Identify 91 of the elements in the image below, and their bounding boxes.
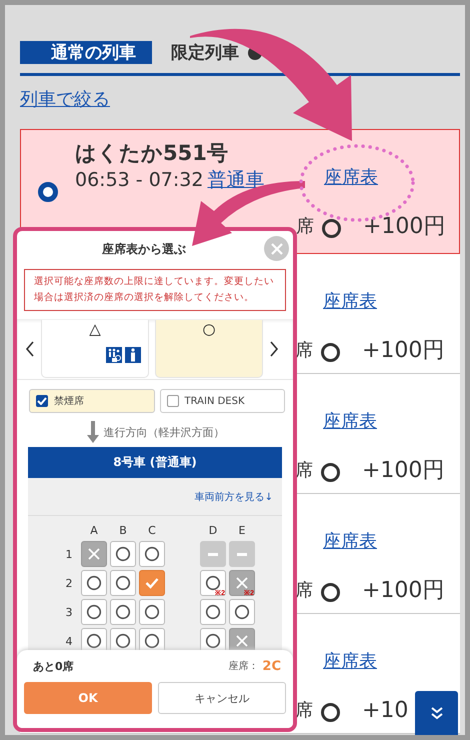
column-label: E — [238, 524, 246, 538]
seat-button[interactable] — [81, 599, 107, 625]
direction-label: 進行方向（軽井沢方面） — [104, 424, 224, 440]
double-chevron-icon — [430, 706, 444, 720]
seat-button[interactable] — [139, 541, 165, 567]
dash-icon — [237, 552, 247, 556]
seat-button[interactable] — [139, 599, 165, 625]
check-icon — [37, 397, 47, 405]
seat-button[interactable] — [229, 599, 255, 625]
filter-label: 禁煙席 — [54, 394, 84, 408]
car-section[interactable]: △ — [41, 320, 149, 378]
dash-icon — [208, 552, 218, 556]
selected-seat: 2C — [262, 658, 281, 674]
front-view-link[interactable]: 車両前方を見る↓ — [194, 490, 273, 504]
train-time: 06:53 - 07:32 — [75, 168, 204, 193]
circle-icon — [115, 604, 131, 620]
seat-button[interactable] — [110, 541, 136, 567]
seat-button[interactable] — [81, 570, 107, 596]
seat-label: 席 — [295, 699, 313, 722]
chevron-right-icon — [269, 341, 279, 357]
circle-icon — [205, 604, 221, 620]
circle-icon — [144, 633, 160, 649]
down-arrow-icon — [86, 421, 100, 443]
remaining-count: あと0席 — [33, 658, 74, 674]
filter-option[interactable]: 禁煙席 — [29, 389, 154, 413]
seat-label: 席 — [296, 215, 314, 238]
train-name: はくたか551号 — [75, 140, 229, 167]
column-label: C — [147, 524, 157, 538]
circle-icon — [144, 604, 160, 620]
seat-label: 席 — [295, 339, 313, 362]
price: +100円 — [362, 457, 444, 485]
circle-icon — [234, 604, 250, 620]
cross-icon — [234, 633, 250, 649]
availability-icon — [322, 218, 341, 238]
circle-icon — [86, 633, 102, 649]
car-section[interactable]: ○ — [155, 320, 263, 378]
column-label: A — [89, 524, 99, 538]
seat-map-link[interactable]: 座席表 — [323, 530, 377, 554]
cross-icon — [234, 575, 250, 591]
seat-button[interactable] — [110, 570, 136, 596]
availability-icon — [321, 342, 340, 362]
scroll-down-button[interactable] — [415, 691, 458, 735]
availability-icon — [321, 702, 340, 722]
circle-icon — [205, 575, 221, 591]
seat-caption: 座席： — [228, 660, 258, 673]
error-message: 選択可能な座席数の上限に達しています。変更したい場合は選択済の座席の選択を解除してください。 — [24, 269, 286, 311]
close-icon — [270, 242, 282, 254]
seat-map-link[interactable]: 座席表 — [324, 166, 378, 190]
car-class-link[interactable]: 普通車 — [207, 167, 264, 193]
checkbox[interactable] — [36, 395, 48, 407]
seat-button[interactable] — [110, 599, 136, 625]
circle-icon — [115, 575, 131, 591]
row-label: 1 — [64, 548, 74, 560]
column-label: D — [208, 524, 218, 538]
circle-icon — [115, 546, 131, 562]
price: +100円 — [362, 337, 444, 365]
seat-label: 席 — [295, 459, 313, 482]
checkbox[interactable] — [166, 395, 178, 407]
row-label: 3 — [64, 606, 74, 618]
chevron-left-icon — [25, 341, 35, 357]
price: +10 — [362, 698, 408, 722]
filter-link[interactable]: 列車で絞る — [20, 89, 110, 110]
car-title: 8号車 (普通車) — [28, 447, 282, 478]
circle-icon — [86, 604, 102, 620]
circle-icon — [86, 575, 102, 591]
column-label: B — [118, 524, 128, 538]
tab[interactable]: 限定列車 — [152, 41, 243, 64]
person-icon — [125, 347, 141, 363]
cancel-button[interactable]: キャンセル — [158, 682, 286, 714]
row-label: 2 — [64, 576, 74, 590]
seat-button[interactable] — [200, 599, 226, 625]
availability-mark: △ — [89, 320, 101, 340]
radio-button[interactable] — [38, 182, 58, 202]
circle-icon — [205, 633, 221, 649]
price: +100円 — [363, 213, 446, 241]
seat-map-link[interactable]: 座席表 — [323, 650, 377, 674]
circle-icon — [115, 633, 131, 649]
row-label: 4 — [64, 634, 74, 648]
circle-icon — [144, 546, 160, 562]
filter-option[interactable]: TRAIN DESK — [160, 389, 285, 413]
tab[interactable]: 通常の列車 — [20, 41, 152, 64]
price: +100円 — [362, 577, 444, 605]
filter-label: TRAIN DESK — [184, 396, 245, 406]
cross-icon — [86, 546, 102, 562]
seat-label: 席 — [295, 579, 313, 602]
availability-mark: ○ — [202, 320, 216, 340]
seat-map-link[interactable]: 座席表 — [323, 410, 377, 434]
seat-map-link[interactable]: 座席表 — [323, 290, 377, 314]
restroom-icon — [106, 347, 122, 363]
availability-icon — [321, 462, 340, 482]
availability-icon — [321, 582, 340, 602]
